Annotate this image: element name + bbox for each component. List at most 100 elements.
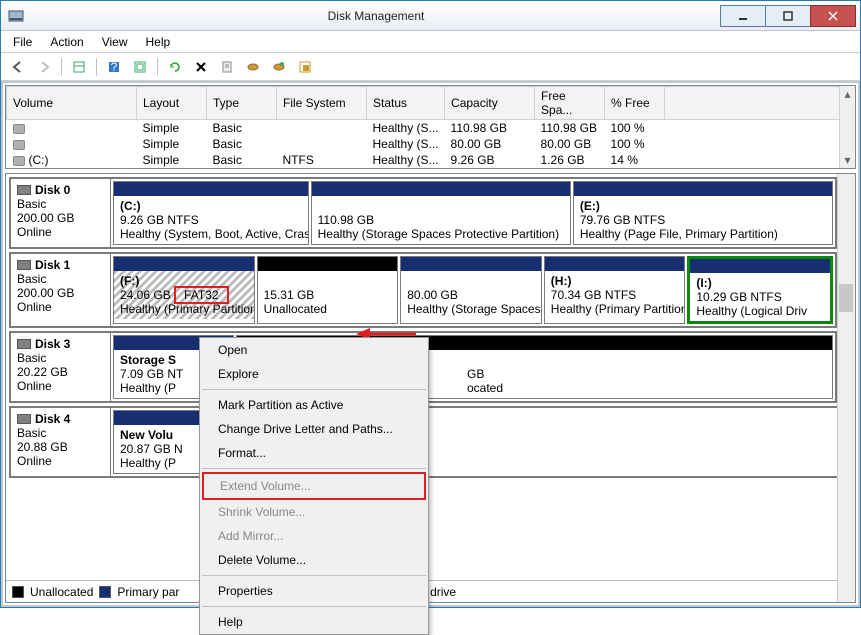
ctx-format[interactable]: Format... (200, 441, 428, 465)
context-menu: Open Explore Mark Partition as Active Ch… (199, 337, 429, 635)
partition-header-bar (258, 257, 398, 271)
legend-primary-swatch (99, 586, 111, 598)
menu-view[interactable]: View (94, 33, 136, 51)
partition-body: 80.00 GBHealthy (Storage Spaces Pr (401, 271, 541, 319)
window-buttons (721, 5, 856, 27)
svg-text:?: ? (111, 60, 118, 74)
partition[interactable]: 15.31 GBUnallocated (257, 256, 399, 324)
ctx-sep (202, 575, 426, 576)
partition[interactable]: (F:)24.06 GB FAT32Healthy (Primary Parti… (113, 256, 255, 324)
disk-header[interactable]: Disk 4 Basic20.88 GBOnline (11, 408, 111, 476)
minimize-button[interactable] (720, 5, 766, 27)
partition-body: (C:)9.26 GB NTFSHealthy (System, Boot, A… (114, 196, 308, 244)
disk-graphical-view: Disk 0 Basic200.00 GBOnline(C:)9.26 GB N… (5, 173, 856, 603)
ctx-extend-volume: Extend Volume... (202, 472, 426, 500)
legend-unallocated: Unallocated (30, 585, 93, 599)
partition[interactable]: (C:)9.26 GB NTFSHealthy (System, Boot, A… (113, 181, 309, 245)
scroll-up-icon[interactable]: ▴ (840, 86, 855, 102)
partition-body: (H:)70.34 GB NTFSHealthy (Primary Partit… (545, 271, 685, 319)
disk-icon (17, 414, 31, 424)
partition[interactable]: (E:)79.76 GB NTFSHealthy (Page File, Pri… (573, 181, 833, 245)
drive-icon (13, 124, 25, 134)
menu-help[interactable]: Help (138, 33, 179, 51)
disk-row: Disk 0 Basic200.00 GBOnline(C:)9.26 GB N… (9, 177, 837, 249)
partition-header-bar (114, 257, 254, 271)
col-status[interactable]: Status (367, 87, 445, 120)
titlebar: Disk Management (1, 1, 860, 31)
col-pctfree[interactable]: % Free (605, 87, 665, 120)
back-button[interactable] (7, 56, 29, 78)
volume-row[interactable]: (C:) SimpleBasicNTFSHealthy (S... 9.26 G… (7, 152, 855, 168)
col-type[interactable]: Type (207, 87, 277, 120)
disk-header[interactable]: Disk 3 Basic20.22 GBOnline (11, 333, 111, 401)
disk-scrollbar[interactable] (837, 174, 855, 602)
disk-partitions: (F:)24.06 GB FAT32Healthy (Primary Parti… (111, 254, 835, 326)
refresh-button[interactable] (164, 56, 186, 78)
ctx-change-letter[interactable]: Change Drive Letter and Paths... (200, 417, 428, 441)
volume-row[interactable]: SimpleBasicHealthy (S... 80.00 GB80.00 G… (7, 136, 855, 152)
content-area: Volume Layout Type File System Status Ca… (1, 81, 860, 607)
partition-header-bar (312, 182, 570, 196)
action2-button[interactable] (268, 56, 290, 78)
properties-button[interactable] (216, 56, 238, 78)
ctx-delete-volume[interactable]: Delete Volume... (200, 548, 428, 572)
window-title: Disk Management (31, 9, 721, 23)
col-capacity[interactable]: Capacity (445, 87, 535, 120)
drive-icon (13, 140, 25, 150)
volume-row[interactable]: SimpleBasicHealthy (S... 110.98 GB110.98… (7, 120, 855, 137)
legend-unallocated-swatch (12, 586, 24, 598)
settings-button[interactable] (129, 56, 151, 78)
separator (61, 58, 62, 76)
scroll-down-icon[interactable]: ▾ (840, 152, 855, 168)
partition-body: (F:)24.06 GB FAT32Healthy (Primary Parti… (114, 271, 254, 319)
menubar: File Action View Help (1, 31, 860, 53)
scroll-thumb[interactable] (839, 284, 853, 312)
partition-body: (I:)10.29 GB NTFSHealthy (Logical Driv (690, 273, 830, 321)
ctx-help[interactable]: Help (200, 610, 428, 634)
disk-management-window: Disk Management File Action View Help ? (0, 0, 861, 608)
disk-icon (17, 185, 31, 195)
volume-scrollbar[interactable]: ▴ ▾ (839, 86, 855, 168)
disk-icon (17, 339, 31, 349)
ctx-explore[interactable]: Explore (200, 362, 428, 386)
action1-button[interactable] (242, 56, 264, 78)
partition-header-bar (114, 182, 308, 196)
col-volume[interactable]: Volume (7, 87, 137, 120)
disk-row: Disk 1 Basic200.00 GBOnline(F:)24.06 GB … (9, 252, 837, 328)
partition-body: 15.31 GBUnallocated (258, 271, 398, 319)
maximize-button[interactable] (765, 5, 811, 27)
partition-header-bar (401, 257, 541, 271)
ctx-sep (202, 468, 426, 469)
help-toolbar-button[interactable]: ? (103, 56, 125, 78)
disk-header[interactable]: Disk 0 Basic200.00 GBOnline (11, 179, 111, 247)
ctx-sep (202, 389, 426, 390)
separator (157, 58, 158, 76)
col-blank (665, 87, 855, 120)
col-layout[interactable]: Layout (137, 87, 207, 120)
delete-button[interactable] (190, 56, 212, 78)
partition[interactable]: (I:)10.29 GB NTFSHealthy (Logical Driv (687, 256, 833, 324)
legend-primary: Primary par (117, 585, 179, 599)
menu-action[interactable]: Action (42, 33, 91, 51)
partition[interactable]: 80.00 GBHealthy (Storage Spaces Pr (400, 256, 542, 324)
view-button[interactable] (68, 56, 90, 78)
ctx-properties[interactable]: Properties (200, 579, 428, 603)
disk-partitions: (C:)9.26 GB NTFSHealthy (System, Boot, A… (111, 179, 835, 247)
separator (96, 58, 97, 76)
partition[interactable]: (H:)70.34 GB NTFSHealthy (Primary Partit… (544, 256, 686, 324)
partition[interactable]: 110.98 GBHealthy (Storage Spaces Protect… (311, 181, 571, 245)
col-free[interactable]: Free Spa... (535, 87, 605, 120)
partition-header-bar (574, 182, 832, 196)
ctx-mark-active[interactable]: Mark Partition as Active (200, 393, 428, 417)
close-button[interactable] (810, 5, 856, 27)
col-fs[interactable]: File System (277, 87, 367, 120)
toolbar: ? (1, 53, 860, 81)
volume-table: Volume Layout Type File System Status Ca… (6, 86, 855, 168)
ctx-open[interactable]: Open (200, 338, 428, 362)
action3-button[interactable] (294, 56, 316, 78)
disk-header[interactable]: Disk 1 Basic200.00 GBOnline (11, 254, 111, 326)
menu-file[interactable]: File (5, 33, 40, 51)
partition-header-bar (545, 257, 685, 271)
forward-button[interactable] (33, 56, 55, 78)
partition-body: 110.98 GBHealthy (Storage Spaces Protect… (312, 196, 570, 244)
